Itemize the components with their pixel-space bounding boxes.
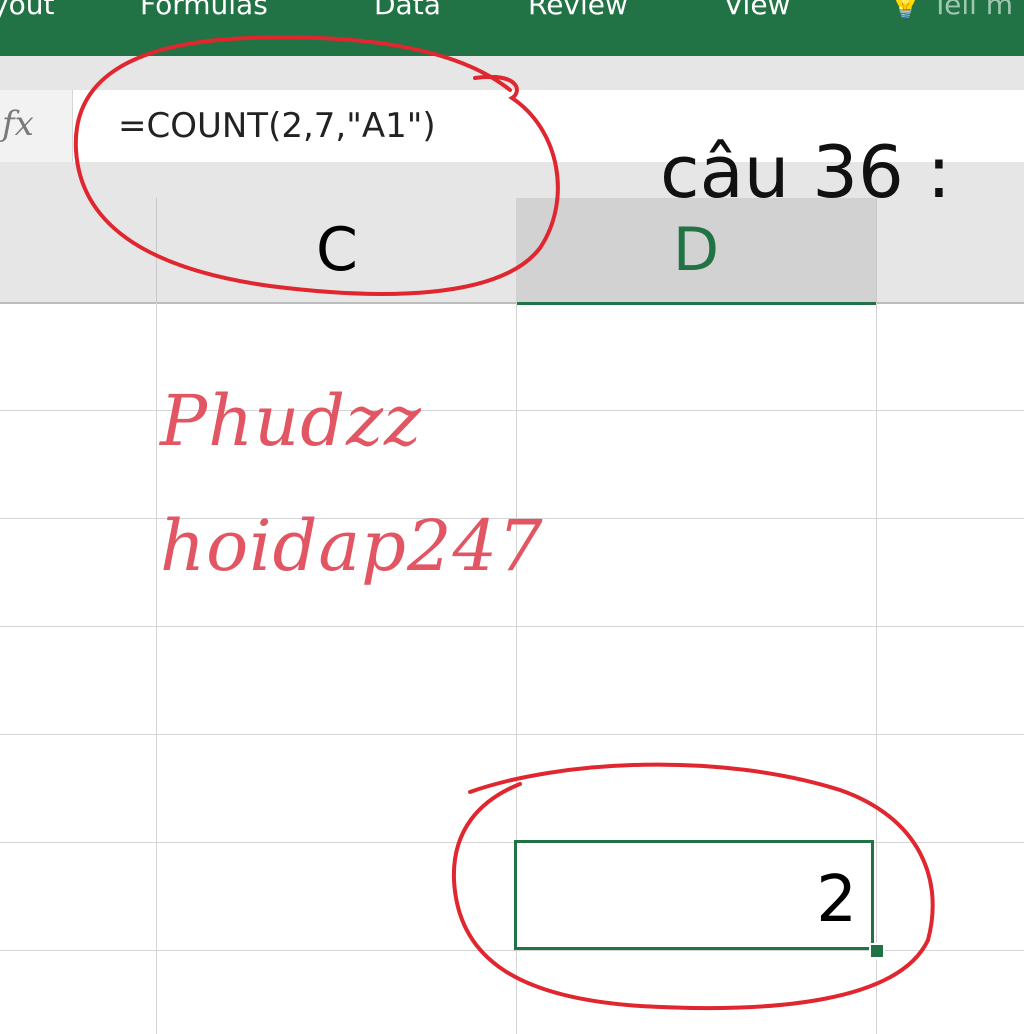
formula-text: =COUNT(2,7,"A1") xyxy=(118,106,436,146)
tell-me-search[interactable]: 💡 Tell m xyxy=(888,0,1013,21)
watermark-line-1: Phudzz xyxy=(160,380,422,462)
fx-icon[interactable]: fx xyxy=(2,104,34,144)
tab-review[interactable]: Review xyxy=(528,0,628,21)
grid-line xyxy=(876,302,877,1034)
column-header-c[interactable]: C xyxy=(156,198,518,302)
tab-data[interactable]: Data xyxy=(374,0,441,21)
tell-me-label: Tell m xyxy=(931,0,1014,21)
question-label: câu 36 : xyxy=(660,130,951,214)
column-header-d[interactable]: D xyxy=(516,198,876,305)
grid-line xyxy=(0,734,1024,735)
grid-line xyxy=(0,626,1024,627)
grid-line xyxy=(0,410,1024,411)
lightbulb-icon: 💡 xyxy=(888,0,932,21)
grid-line xyxy=(156,302,157,1034)
fill-handle[interactable] xyxy=(869,943,885,959)
ribbon-gap xyxy=(0,56,1024,90)
active-cell-d[interactable]: 2 xyxy=(514,840,874,950)
tab-page-layout[interactable]: yout xyxy=(0,0,54,21)
tab-view[interactable]: View xyxy=(724,0,790,21)
watermark-line-2: hoidap247 xyxy=(160,505,544,587)
cell-value: 2 xyxy=(816,863,857,937)
tab-formulas[interactable]: Formulas xyxy=(140,0,268,21)
